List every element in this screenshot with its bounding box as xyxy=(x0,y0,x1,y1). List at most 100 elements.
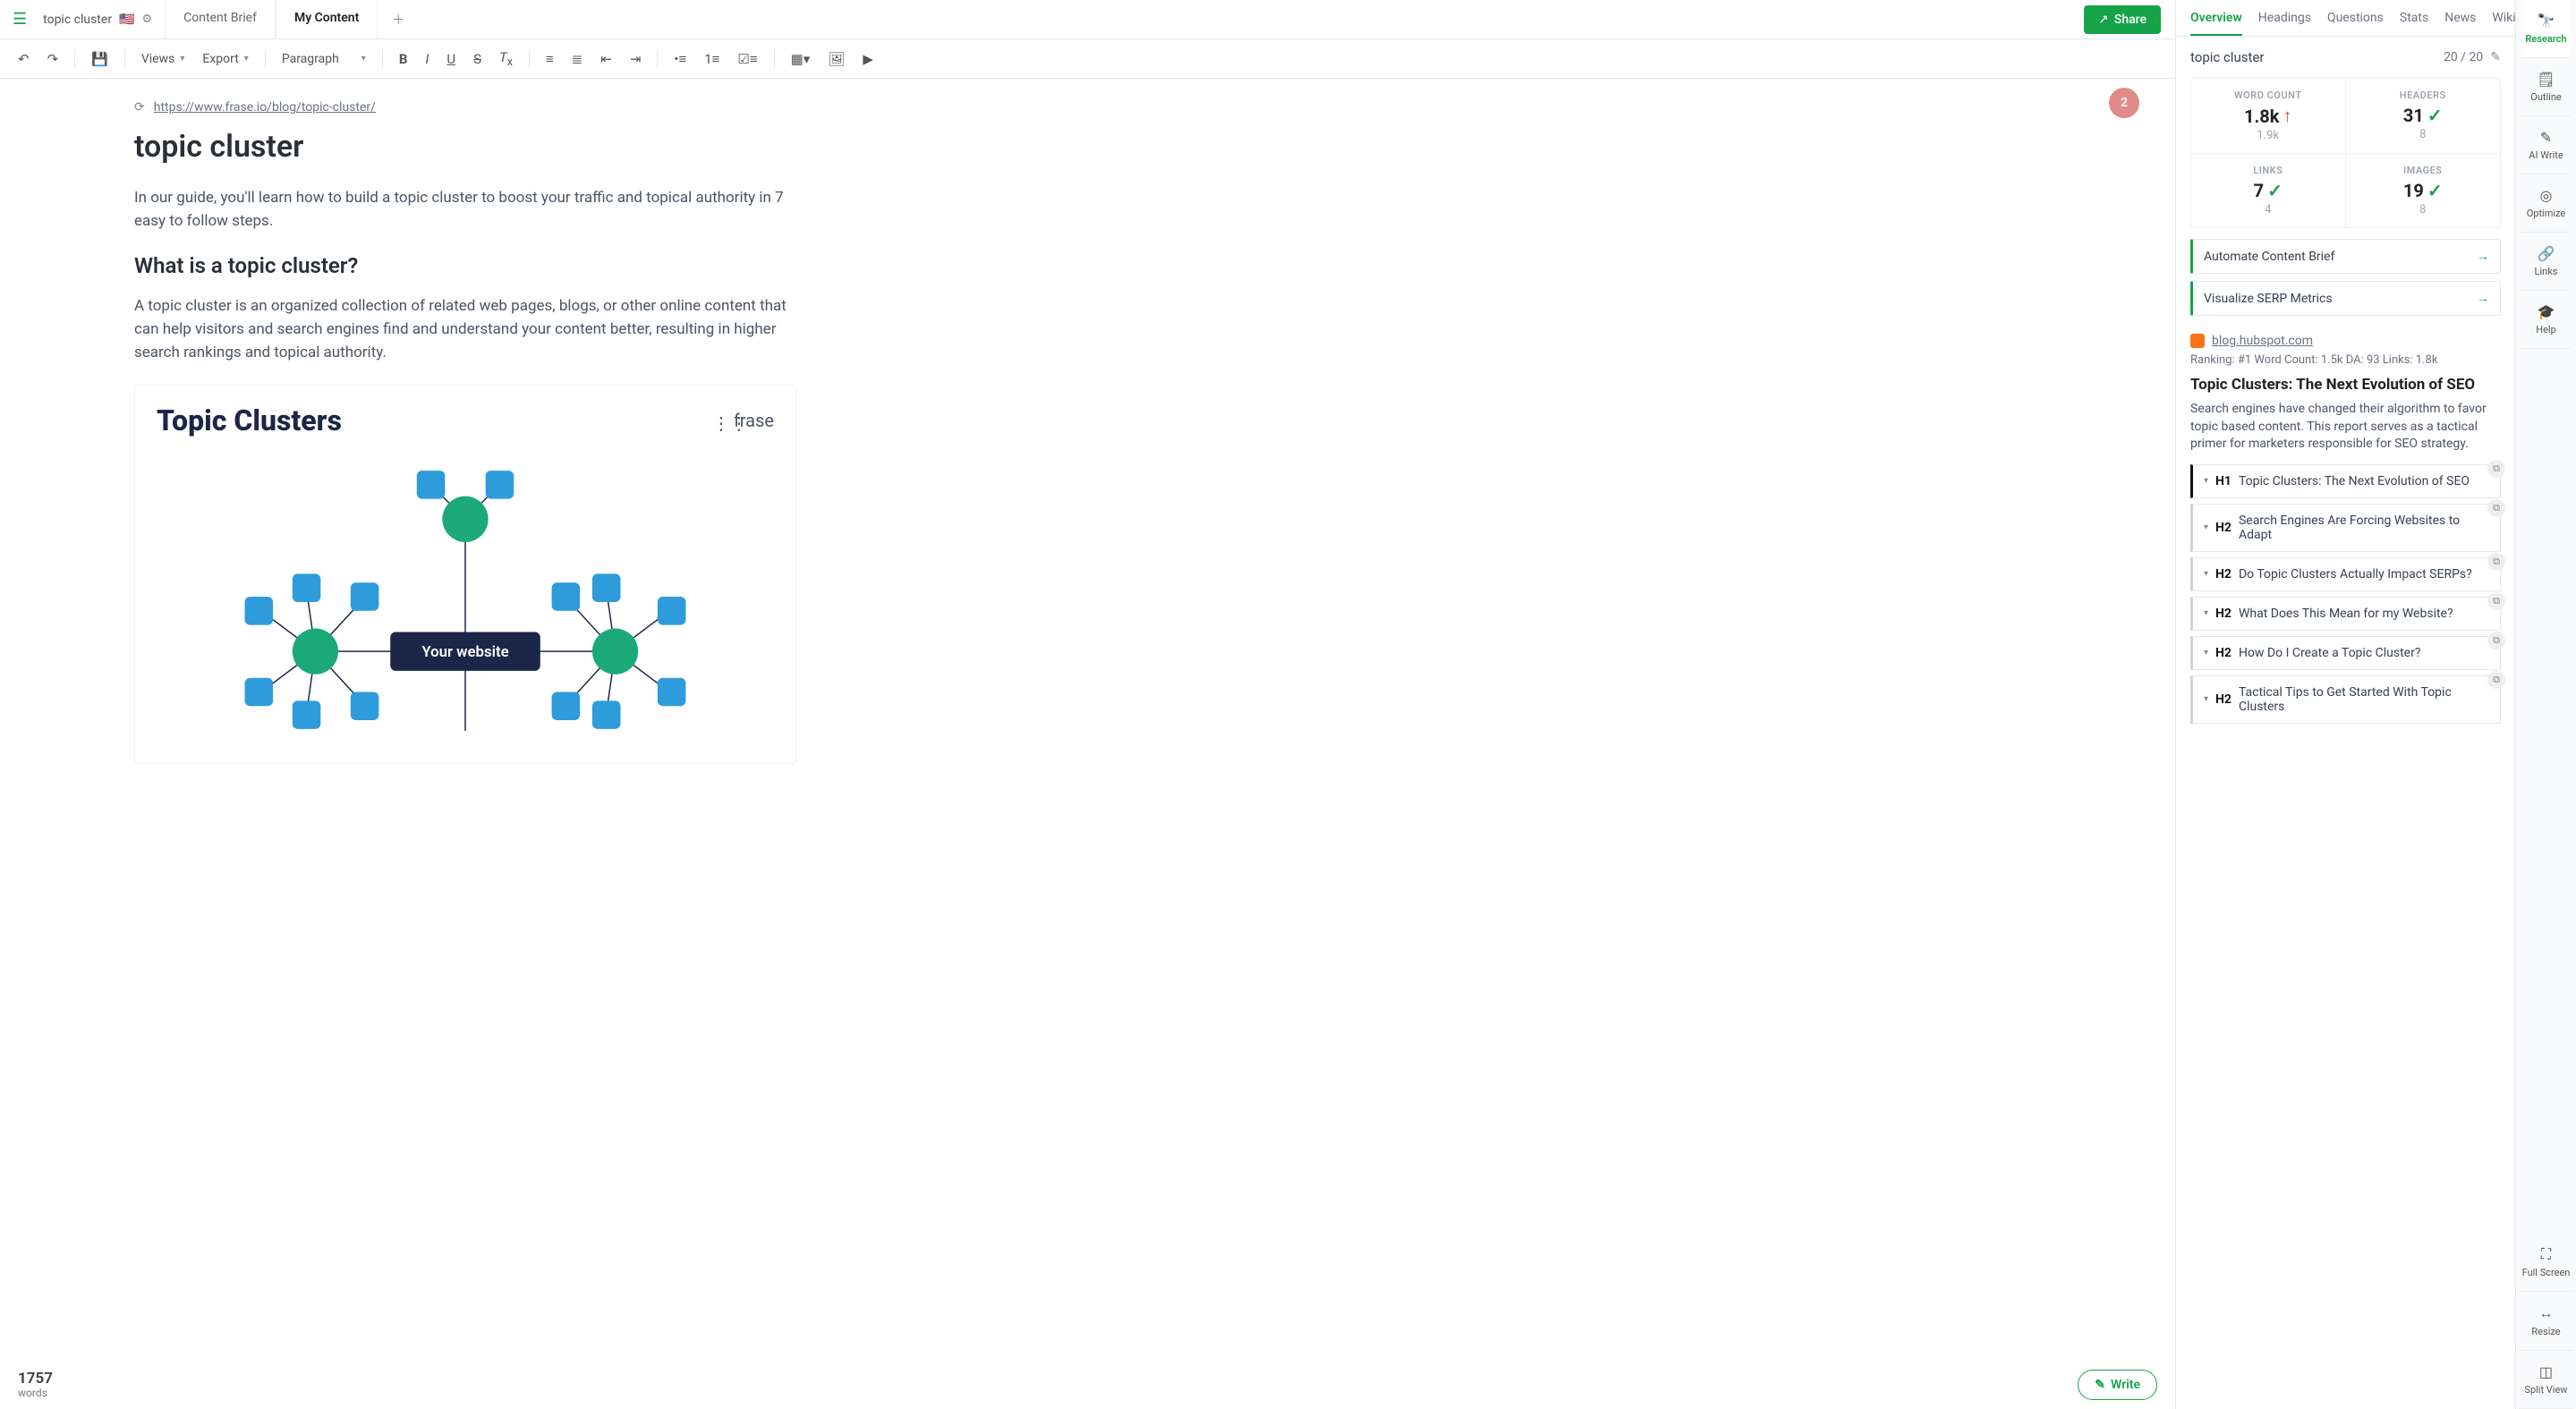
rail-icon: ✎ xyxy=(2525,129,2566,146)
serp-heading-item[interactable]: ▾H2 Search Engines Are Forcing Websites … xyxy=(2190,504,2501,552)
serp-heading-item[interactable]: ▾H1 Topic Clusters: The Next Evolution o… xyxy=(2190,464,2501,498)
rail-item-research[interactable]: 🔭Research xyxy=(2521,0,2570,58)
strike-button[interactable]: S xyxy=(466,46,489,72)
serp-heading-item[interactable]: ▾H2 What Does This Mean for my Website?⧉ xyxy=(2190,597,2501,631)
export-select[interactable]: Export▾ xyxy=(195,47,255,72)
write-button[interactable]: ✎ Write xyxy=(2078,1370,2157,1400)
arrow-right-icon: → xyxy=(2477,249,2489,264)
rail-icon: 🔗 xyxy=(2525,245,2566,262)
score-badge[interactable]: 2 xyxy=(2109,88,2139,118)
serp-description: Search engines have changed their algori… xyxy=(2190,401,2501,454)
align-center-button[interactable]: ≣ xyxy=(565,46,591,72)
rail-item-help[interactable]: 🎓Help xyxy=(2521,291,2570,349)
rp-tab-headings[interactable]: Headings xyxy=(2258,11,2311,36)
side-rail: 🔭Research🗒Outline✎AI Write◎Optimize🔗Link… xyxy=(2515,0,2576,1409)
overview-action[interactable]: Visualize SERP Metrics→ xyxy=(2190,281,2501,316)
number-list-button[interactable]: 1≡ xyxy=(697,46,727,72)
research-panel: Overview Headings Questions Stats News W… xyxy=(2175,0,2515,1409)
doc-tabs: Content Brief My Content ＋ xyxy=(165,0,419,39)
doc-title[interactable]: topic cluster 🇺🇸 ⚙ xyxy=(39,13,165,27)
add-tab-button[interactable]: ＋ xyxy=(378,0,419,39)
section-heading[interactable]: What is a topic cluster? xyxy=(134,253,796,278)
page-title[interactable]: topic cluster xyxy=(134,129,796,165)
redo-button[interactable]: ↷ xyxy=(40,46,66,72)
undo-button[interactable]: ↶ xyxy=(11,46,37,72)
cluster-svg: Your website xyxy=(157,437,774,760)
editor-footer: 1757 words ✎ Write xyxy=(0,1361,2175,1409)
underline-button[interactable]: U xyxy=(439,46,463,72)
serp-meta: Ranking: #1 Word Count: 1.5k DA: 93 Link… xyxy=(2190,353,2501,367)
bold-button[interactable]: B xyxy=(392,46,415,72)
rail-item-resize[interactable]: ↔Resize xyxy=(2519,1292,2574,1351)
copy-icon[interactable]: ⧉ xyxy=(2487,671,2505,689)
overview-stats-grid: WORD COUNT1.8k ↑1.9kHEADERS31 ✓8LINKS7 ✓… xyxy=(2190,78,2501,228)
indent-button[interactable]: ⇥ xyxy=(623,46,649,72)
table-button[interactable]: ▦▾ xyxy=(784,46,818,72)
bullet-list-button[interactable]: •≡ xyxy=(667,46,693,72)
body-paragraph[interactable]: A topic cluster is an organized collecti… xyxy=(134,294,796,365)
rp-tab-news[interactable]: News xyxy=(2444,11,2476,36)
refresh-icon[interactable]: ⟳ xyxy=(134,100,145,115)
image-button[interactable]: 🖼 xyxy=(820,46,852,72)
serp-heading-item[interactable]: ▾H2 Do Topic Clusters Actually Impact SE… xyxy=(2190,557,2501,591)
copy-icon[interactable]: ⧉ xyxy=(2487,499,2505,517)
serp-result: blog.hubspot.com Ranking: #1 Word Count:… xyxy=(2176,327,2515,743)
stat-card: LINKS7 ✓4 xyxy=(2191,154,2346,227)
serp-title[interactable]: Topic Clusters: The Next Evolution of SE… xyxy=(2190,376,2501,394)
share-icon: ↗ xyxy=(2098,13,2109,27)
frase-logo: ⋮⋮ frase xyxy=(712,410,774,431)
rail-item-links[interactable]: 🔗Links xyxy=(2521,233,2570,291)
paragraph-select[interactable]: Paragraph▾ xyxy=(275,47,373,72)
rail-item-optimize[interactable]: ◎Optimize xyxy=(2521,174,2570,233)
magic-wand-icon: ✎ xyxy=(2095,1378,2105,1392)
italic-button[interactable]: I xyxy=(418,46,436,72)
tab-content-brief[interactable]: Content Brief xyxy=(165,0,276,39)
serp-count[interactable]: 20 / 20 ✎ xyxy=(2444,50,2501,64)
intro-paragraph[interactable]: In our guide, you'll learn how to build … xyxy=(134,186,796,233)
share-button[interactable]: ↗ Share xyxy=(2084,5,2161,34)
rp-tab-wiki[interactable]: Wiki xyxy=(2492,11,2515,36)
source-favicon-icon xyxy=(2190,334,2205,348)
serp-heading-item[interactable]: ▾H2 Tactical Tips to Get Started With To… xyxy=(2190,675,2501,724)
serp-heading-item[interactable]: ▾H2 How Do I Create a Topic Cluster?⧉ xyxy=(2190,636,2501,670)
checklist-button[interactable]: ☑≡ xyxy=(730,46,764,72)
tab-my-content[interactable]: My Content xyxy=(276,0,378,39)
rail-item-full-screen[interactable]: ⛶Full Screen xyxy=(2519,1233,2574,1292)
stat-card: IMAGES19 ✓8 xyxy=(2346,154,2501,227)
menu-icon[interactable]: ☰ xyxy=(0,10,39,29)
page-url[interactable]: https://www.frase.io/blog/topic-cluster/ xyxy=(154,100,376,115)
stat-card: WORD COUNT1.8k ↑1.9k xyxy=(2191,79,2346,154)
copy-icon[interactable]: ⧉ xyxy=(2487,632,2505,649)
copy-icon[interactable]: ⧉ xyxy=(2487,460,2505,478)
rp-tab-overview[interactable]: Overview xyxy=(2190,11,2242,36)
rp-tab-questions[interactable]: Questions xyxy=(2327,11,2384,36)
source-domain[interactable]: blog.hubspot.com xyxy=(2212,334,2313,348)
rail-icon: ↔ xyxy=(2522,1304,2571,1322)
align-left-button[interactable]: ≡ xyxy=(539,46,561,72)
overview-action[interactable]: Automate Content Brief→ xyxy=(2190,239,2501,274)
rail-item-split-view[interactable]: ◫Split View xyxy=(2519,1351,2574,1409)
rail-icon: ⛶ xyxy=(2522,1245,2571,1263)
topbar: ☰ topic cluster 🇺🇸 ⚙ Content Brief My Co… xyxy=(0,0,2175,39)
overview-actions: Automate Content Brief→ Visualize SERP Me… xyxy=(2176,228,2515,327)
save-button[interactable]: 💾 xyxy=(84,46,115,72)
diagram-center-label: Your website xyxy=(421,643,508,661)
pencil-icon[interactable]: ✎ xyxy=(2490,50,2501,64)
research-tabs: Overview Headings Questions Stats News W… xyxy=(2176,0,2515,37)
outdent-button[interactable]: ⇤ xyxy=(593,46,619,72)
rp-tab-stats[interactable]: Stats xyxy=(2400,11,2428,36)
editor-area[interactable]: 2 ⟳ https://www.frase.io/blog/topic-clus… xyxy=(0,79,2175,1409)
views-select[interactable]: Views▾ xyxy=(134,47,192,72)
rail-item-ai-write[interactable]: ✎AI Write xyxy=(2521,116,2570,174)
gear-icon[interactable]: ⚙ xyxy=(142,13,153,26)
stat-card: HEADERS31 ✓8 xyxy=(2346,79,2501,154)
clear-format-button[interactable]: Tx xyxy=(492,44,520,74)
search-term: topic cluster xyxy=(2190,49,2264,65)
copy-icon[interactable]: ⧉ xyxy=(2487,592,2505,610)
share-label: Share xyxy=(2114,13,2147,27)
topic-cluster-diagram: Topic Clusters ⋮⋮ frase xyxy=(134,385,796,764)
rail-item-outline[interactable]: 🗒Outline xyxy=(2521,58,2570,116)
video-button[interactable]: ▶ xyxy=(855,46,880,72)
copy-icon[interactable]: ⧉ xyxy=(2487,553,2505,571)
rail-icon: 🎓 xyxy=(2525,303,2566,320)
